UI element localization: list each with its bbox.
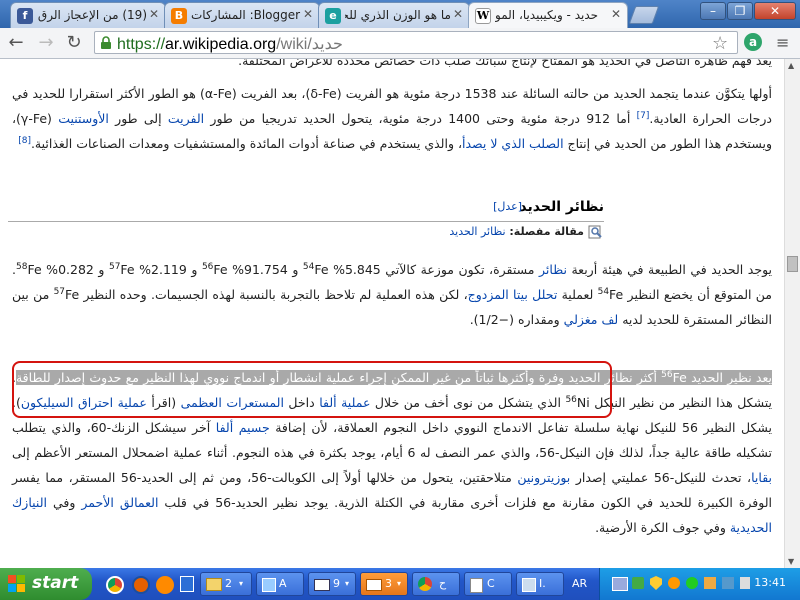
- new-tab-button[interactable]: [628, 6, 660, 24]
- clock[interactable]: 13:41: [754, 576, 786, 589]
- taskbar-group-windows[interactable]: 9 ▾: [308, 572, 356, 596]
- tab-e-icon: e: [325, 8, 341, 24]
- taskbar-item-chrome[interactable]: ح: [412, 572, 460, 596]
- extension-icon[interactable]: a: [744, 33, 762, 51]
- tray-network-icon[interactable]: [612, 577, 628, 591]
- isotopes-link[interactable]: نظائر: [539, 262, 567, 277]
- tray-orange-icon[interactable]: [668, 577, 680, 589]
- close-tab-icon[interactable]: ✕: [609, 7, 623, 21]
- system-tray: 13:41: [599, 568, 800, 600]
- section-heading: نظائر الحديد: [519, 199, 604, 215]
- tray-green-icon[interactable]: [686, 577, 698, 589]
- taskbar-group-folders[interactable]: 2 ▾: [200, 572, 252, 596]
- taskbar-item-i[interactable]: I.: [516, 572, 564, 596]
- scrollbar-thumb[interactable]: [787, 256, 798, 272]
- browser-toolbar: ← → ↻ https://ar.wikipedia.org/wiki/حديد…: [0, 28, 800, 59]
- firefox-quicklaunch-icon-2[interactable]: [156, 576, 174, 594]
- isotopes-of-iron-link[interactable]: نظائر الحديد: [449, 225, 505, 238]
- red-giant-link[interactable]: العمالق الأحمر: [81, 495, 158, 510]
- window-icon: [314, 579, 330, 591]
- paragraph-allotropes: أولها يتكوَّن عندما يتجمد الحديد من حالت…: [12, 86, 772, 151]
- app-icon-2: [522, 578, 536, 592]
- red-highlight-annotation: [12, 361, 612, 418]
- remnant-link[interactable]: بقايا: [751, 470, 772, 485]
- menu-icon[interactable]: ≡: [776, 33, 789, 52]
- tray-volume-icon[interactable]: [740, 577, 750, 589]
- paragraph-isotopes: يوجد الحديد في الطبيعة في هيئة أربعة نظا…: [12, 261, 773, 327]
- taskbar-item-a[interactable]: A: [256, 572, 304, 596]
- main-article-note: مقالة مفصلة: نظائر الحديد: [449, 225, 604, 239]
- tray-monitor-icon[interactable]: [722, 577, 734, 589]
- taskbar-item-c[interactable]: C: [464, 572, 512, 596]
- tab-title: ما هو الوزن الذري للحـ: [345, 8, 451, 22]
- bookmark-star-icon[interactable]: ☆: [712, 33, 728, 54]
- close-tab-icon[interactable]: ✕: [301, 7, 315, 21]
- positron-link[interactable]: بوزيترونين: [517, 470, 570, 485]
- language-indicator[interactable]: AR: [572, 577, 587, 590]
- windows-taskbar: start 2 ▾ A 9 ▾ 3 ▾ ح C I. AR 13:41: [0, 568, 800, 600]
- taskbar-group-active[interactable]: 3 ▾: [360, 572, 408, 596]
- tab-title: (19) من الإعجاز الرق...: [37, 8, 147, 22]
- minimize-button[interactable]: –: [700, 2, 726, 20]
- facebook-icon: f: [17, 8, 33, 24]
- app-icon: [262, 578, 276, 592]
- tray-app-icon[interactable]: [632, 577, 644, 589]
- page-content: يعد فهم ظاهرة التآصل في الحديد هو المفتا…: [0, 59, 784, 568]
- document-icon: [470, 578, 483, 593]
- scroll-down-arrow-icon[interactable]: ▼: [788, 557, 794, 566]
- stainless-steel-link[interactable]: الصلب الذي لا يصدأ: [462, 136, 564, 151]
- windows-logo-icon: [8, 575, 26, 593]
- edit-section-link[interactable]: [عدل]: [493, 200, 522, 213]
- folder-icon: [206, 578, 222, 591]
- tab-wikipedia-iron[interactable]: W حديد - ويكيبيديا، المو ✕: [468, 2, 628, 28]
- tray-speaker-icon[interactable]: [704, 577, 716, 589]
- media-icon[interactable]: [180, 576, 194, 592]
- double-beta-decay-link[interactable]: تحلل بيتا المزدوج: [468, 287, 558, 302]
- tab-facebook[interactable]: f (19) من الإعجاز الرق... ✕: [10, 2, 166, 28]
- magnifier-icon: [588, 225, 604, 239]
- url-text: https://ar.wikipedia.org/wiki/حديد: [117, 36, 343, 53]
- multi-window-icon: [366, 579, 382, 591]
- maximize-button[interactable]: ❐: [727, 2, 753, 20]
- tab-title: Blogger: المشاركات: [191, 8, 301, 22]
- start-button[interactable]: start: [0, 568, 92, 600]
- wikipedia-icon: W: [475, 8, 491, 24]
- firefox-quicklaunch-icon[interactable]: [132, 576, 150, 594]
- chrome-quicklaunch-icon[interactable]: [106, 576, 124, 594]
- spin-link[interactable]: لف مغزلي: [564, 312, 619, 327]
- reload-button[interactable]: ↻: [64, 33, 84, 53]
- tab-strip: f (19) من الإعجاز الرق... ✕ B Blogger: ا…: [0, 0, 800, 28]
- close-tab-icon[interactable]: ✕: [147, 7, 161, 21]
- lock-icon: [100, 35, 112, 49]
- tab-atomic-weight[interactable]: e ما هو الوزن الذري للحـ ✕: [318, 2, 470, 28]
- back-button[interactable]: ←: [6, 33, 26, 53]
- chrome-icon: [418, 577, 432, 591]
- vertical-scrollbar[interactable]: ▲ ▼: [784, 59, 800, 568]
- address-bar[interactable]: https://ar.wikipedia.org/wiki/حديد: [94, 31, 738, 54]
- tab-blogger[interactable]: B Blogger: المشاركات ✕: [164, 2, 320, 28]
- reference-link[interactable]: [8]: [18, 136, 31, 146]
- scroll-up-arrow-icon[interactable]: ▲: [788, 61, 794, 70]
- alpha-particle-link[interactable]: جسيم ألفا: [216, 420, 270, 435]
- ferrite-link[interactable]: الفريت: [168, 111, 204, 126]
- paragraph-partial-top: يعد فهم ظاهرة التآصل في الحديد هو المفتا…: [238, 59, 772, 68]
- window-close-button[interactable]: ✕: [754, 2, 796, 20]
- section-divider: [8, 221, 604, 222]
- forward-button[interactable]: →: [36, 33, 56, 53]
- close-tab-icon[interactable]: ✕: [451, 7, 465, 21]
- shield-icon[interactable]: [650, 576, 662, 590]
- reference-link[interactable]: [7]: [637, 111, 650, 121]
- austenite-link[interactable]: الأوستنيت: [58, 111, 109, 126]
- blogger-icon: B: [171, 8, 187, 24]
- tab-title: حديد - ويكيبيديا، المو: [495, 8, 599, 22]
